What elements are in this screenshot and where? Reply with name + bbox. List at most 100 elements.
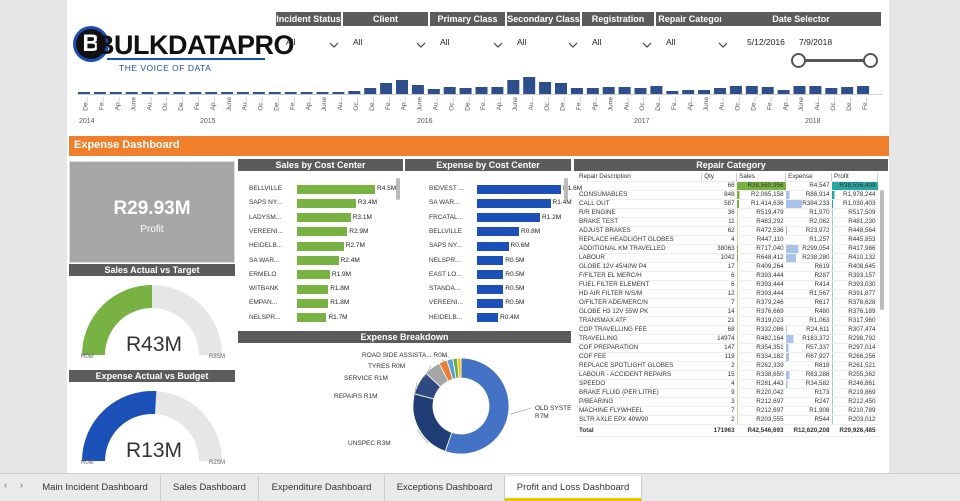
slicer-value-2[interactable]: All bbox=[440, 35, 449, 49]
bar[interactable] bbox=[297, 213, 351, 223]
timeline-bar[interactable] bbox=[300, 92, 313, 94]
bar[interactable] bbox=[477, 284, 504, 294]
slicer-value-4[interactable]: All bbox=[592, 35, 601, 49]
bar[interactable] bbox=[477, 198, 551, 208]
bar-row[interactable]: SAPS NY... R0.6M bbox=[429, 241, 569, 251]
timeline-bar[interactable] bbox=[602, 87, 615, 94]
slicer-value-3[interactable]: All bbox=[517, 35, 526, 49]
timeline-bar[interactable] bbox=[364, 88, 377, 94]
table-row[interactable]: SPEEDO 4 R281,443 R34,582 R246,861 bbox=[577, 379, 878, 390]
tab-prev-icon[interactable]: ‹ bbox=[4, 480, 7, 490]
chevron-down-icon[interactable] bbox=[642, 36, 652, 48]
bar-row[interactable]: SA WAR... R1.4M bbox=[429, 198, 572, 208]
table-row[interactable]: LABOUR 1042 R648,412 R238,280 R410,132 bbox=[577, 253, 878, 264]
bar-row[interactable]: VEREENI... R0.5M bbox=[429, 298, 569, 308]
donut-slice[interactable] bbox=[412, 393, 453, 452]
timeline-bar[interactable] bbox=[745, 86, 758, 94]
table-row[interactable]: GLOBE H3 12V 55W PK 14 R376,669 R480 R376,18… bbox=[577, 307, 878, 318]
tab-page-0[interactable]: Main Incident Dashboard bbox=[30, 476, 161, 501]
timeline-bar[interactable] bbox=[252, 92, 265, 94]
bar[interactable] bbox=[477, 227, 519, 237]
timeline-bar[interactable] bbox=[396, 80, 408, 94]
chevron-down-icon[interactable] bbox=[568, 36, 578, 48]
timeline-bar[interactable] bbox=[650, 86, 663, 94]
tab-next-icon[interactable]: › bbox=[20, 480, 23, 490]
expense-cc-scrollbar[interactable] bbox=[564, 178, 568, 200]
chevron-down-icon[interactable] bbox=[493, 36, 503, 48]
timeline-bar[interactable] bbox=[332, 92, 345, 94]
table-row[interactable]: REPLACE HEADLIGHT GLOBES 4 R447,110 R1,257 R… bbox=[577, 235, 878, 246]
table-row[interactable]: MACHINE FLYWHEEL 7 R212,697 R1,908 R210,789 bbox=[577, 406, 878, 417]
repair-table-scrollbar[interactable] bbox=[880, 190, 884, 310]
timeline-bar[interactable] bbox=[666, 91, 679, 94]
timeline-bar[interactable] bbox=[586, 88, 599, 94]
bar-row[interactable]: ERMELO R1.9M bbox=[249, 270, 399, 280]
table-row[interactable]: HD AIR FILTER N/S/M 12 R393,444 R1,567 R391,… bbox=[577, 289, 878, 300]
bar-row[interactable]: BELLVILLE R4.5M bbox=[249, 184, 399, 194]
bar[interactable] bbox=[477, 270, 504, 280]
table-row[interactable]: F/FILTER EL MERC/H 6 R393,444 R287 R393,157 bbox=[577, 271, 878, 282]
tab-page-4[interactable]: Profit and Loss Dashboard bbox=[505, 476, 642, 501]
timeline-bar[interactable] bbox=[141, 92, 154, 94]
timeline-bar[interactable] bbox=[539, 82, 552, 94]
bar[interactable] bbox=[477, 241, 509, 251]
timeline-bar[interactable] bbox=[507, 80, 520, 94]
date-range-end-handle[interactable] bbox=[863, 53, 878, 68]
timeline-chart[interactable]: De... Fe... Ap... June Au... Oc... De... Fe... A… bbox=[77, 70, 882, 128]
timeline-bar[interactable] bbox=[237, 92, 249, 94]
table-row[interactable]: CONSUMABLES 848 R2,065,158 R86,914 R1,978,24… bbox=[577, 190, 878, 201]
table-row[interactable]: TRANSMAX ATF 21 R319,023 R1,063 R317,960 bbox=[577, 316, 878, 327]
slicer-value-5[interactable]: All bbox=[666, 35, 675, 49]
timeline-bar[interactable] bbox=[284, 92, 297, 94]
timeline-bar[interactable] bbox=[125, 92, 138, 94]
date-end[interactable]: 7/9/2018 bbox=[799, 35, 832, 49]
bar[interactable] bbox=[297, 227, 348, 237]
table-row[interactable]: P/BEARING 3 R212,697 R247 R212,450 bbox=[577, 397, 878, 408]
timeline-bar[interactable] bbox=[491, 87, 504, 94]
bar[interactable] bbox=[297, 241, 344, 251]
column-header[interactable]: Repair Description bbox=[577, 173, 703, 183]
bar-row[interactable]: LADYSM... R3.1M bbox=[249, 213, 399, 223]
table-row[interactable]: O/FILTER ADE/MERC/N 7 R379,246 R617 R378,628 bbox=[577, 298, 878, 309]
timeline-bar[interactable] bbox=[348, 91, 361, 94]
timeline-bar[interactable] bbox=[761, 87, 774, 94]
table-row[interactable]: COP TRAVELLING FEE 68 R332,086 R24,611 R307,… bbox=[577, 325, 878, 336]
timeline-bar[interactable] bbox=[109, 92, 122, 94]
bar[interactable] bbox=[477, 298, 504, 308]
table-row[interactable]: ADJUST BRAKES 62 R472,536 R23,972 R448,564 bbox=[577, 226, 878, 237]
timeline-bar[interactable] bbox=[682, 90, 695, 94]
timeline-bar[interactable] bbox=[825, 88, 838, 94]
table-row[interactable]: LABOUR - ACCIDENT REPAIRS 15 R338,650 R83,2… bbox=[577, 370, 878, 381]
chevron-down-icon[interactable] bbox=[718, 36, 728, 48]
bar[interactable] bbox=[297, 298, 329, 308]
timeline-bar[interactable] bbox=[841, 87, 854, 94]
timeline-bar[interactable] bbox=[555, 83, 567, 94]
timeline-bar[interactable] bbox=[634, 88, 647, 94]
timeline-bar[interactable] bbox=[459, 88, 472, 94]
bar-row[interactable]: NELSPR... R1.7M bbox=[249, 313, 399, 323]
timeline-bar[interactable] bbox=[380, 83, 393, 94]
bar-row[interactable]: VEREENI... R2.9M bbox=[249, 227, 399, 237]
date-range-start-handle[interactable] bbox=[791, 53, 806, 68]
chevron-down-icon[interactable] bbox=[416, 36, 426, 48]
bar-row[interactable]: HEIDELB... R0.4M bbox=[429, 313, 569, 323]
timeline-bar[interactable] bbox=[857, 86, 870, 94]
tab-page-1[interactable]: Sales Dashboard bbox=[161, 476, 259, 501]
sales-cc-scrollbar[interactable] bbox=[396, 178, 400, 200]
timeline-bar[interactable] bbox=[698, 90, 711, 94]
bar[interactable] bbox=[297, 313, 327, 323]
timeline-bar[interactable] bbox=[729, 86, 742, 94]
bar[interactable] bbox=[297, 284, 329, 294]
date-start[interactable]: 5/12/2016 bbox=[747, 35, 785, 49]
bar-row[interactable]: EAST LO... R0.5M bbox=[429, 270, 569, 280]
bar-row[interactable]: BIDVEST ... R1.6M bbox=[429, 184, 582, 194]
timeline-bar[interactable] bbox=[570, 88, 583, 94]
table-row[interactable]: REPLACE SPOTLIGHT GLOBES 2 R262,339 R818 R26… bbox=[577, 361, 878, 372]
date-range-track[interactable] bbox=[799, 59, 871, 62]
bar[interactable] bbox=[297, 256, 339, 265]
chevron-down-icon[interactable] bbox=[329, 36, 339, 48]
timeline-bar[interactable] bbox=[809, 86, 822, 94]
bar-row[interactable]: BELLVILLE R0.8M bbox=[429, 227, 569, 237]
timeline-bar[interactable] bbox=[777, 90, 790, 94]
table-row[interactable]: BRAKE TEST 11 R483,292 R2,062 R481,230 bbox=[577, 217, 878, 228]
